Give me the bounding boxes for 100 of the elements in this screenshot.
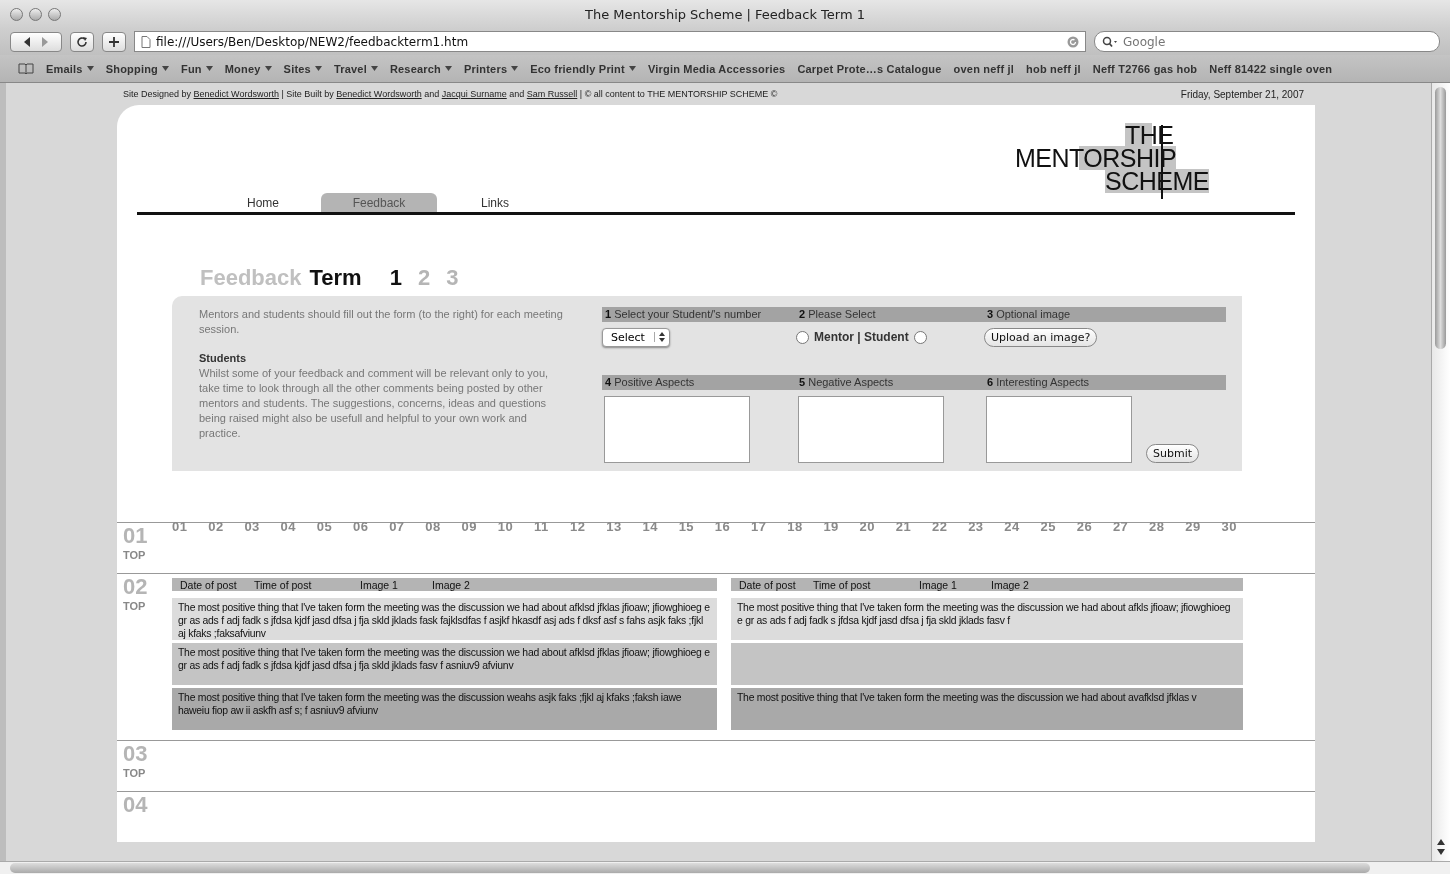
scroll-thumb[interactable] [1435,87,1446,349]
scroll-thumb[interactable] [10,863,1370,873]
bookmark-item[interactable]: Neff 81422 single oven [1209,62,1333,75]
zoom-button[interactable] [48,7,61,21]
session-link[interactable]: 28 [1149,519,1186,535]
bookmark-item[interactable]: oven neff jl [953,62,1015,75]
nav-tab[interactable]: Home [205,193,321,212]
session-link[interactable]: 16 [714,519,751,535]
text-area[interactable] [986,395,1132,463]
session-link[interactable]: 20 [859,519,896,535]
post-text: The most positive thing that I've taken form the meeting was the discussion we had about afkls jfioaw; jfiowghioeg e gr as ads f adj fadk s jfdsa kjdf jasd dfsa j fja skld jklads fasv f [737,602,1231,626]
nav-tab[interactable]: Feedback [321,193,437,212]
reload-icon [76,35,88,48]
term-link[interactable]: 1 [389,265,402,291]
top-link[interactable]: TOP [123,767,172,779]
reload-icon[interactable] [1067,35,1079,48]
address-field[interactable]: file:///Users/Ben/Desktop/NEW2/feedbackterm1.htm [134,31,1086,52]
bookmark-item[interactable]: Carpet Prote…s Catalogue [797,62,942,75]
session-link[interactable]: 15 [678,519,715,535]
student-select[interactable]: Select [602,327,670,347]
session-link[interactable]: 25 [1040,519,1077,535]
session-link[interactable]: 07 [389,519,426,535]
term-link[interactable]: 2 [417,265,431,291]
session-link[interactable]: 14 [642,519,679,535]
session-link[interactable]: 11 [533,519,571,535]
caret-icon [370,66,378,71]
post-text: The most positive thing that I've taken form the meeting was the discussion we had about afklsd jfklas jfioaw; jfiowghioeg e gr as ads f adj fadk s jfdsa kjdf jasd dfsa j fja skld jklads fasv f asniuv9 afviunv [178,647,710,671]
bookmark-item[interactable]: Neff T2766 gas hob [1092,62,1198,75]
bookmark-item[interactable]: Money [224,62,272,75]
bookmark-item[interactable]: hob neff jl [1026,62,1081,75]
credit-link[interactable]: Sam Russell [526,89,578,99]
text-area[interactable] [604,395,750,463]
session-link[interactable]: 22 [931,519,969,535]
session-link[interactable]: 10 [497,519,534,535]
session-link[interactable]: 04 [280,519,317,535]
scroll-arrows-icon[interactable] [1437,837,1445,857]
radio-button[interactable] [913,330,927,344]
session-link[interactable]: 08 [425,519,462,535]
column-header: Date of post [180,578,238,591]
session-link[interactable]: 09 [461,519,498,535]
bookmark-item[interactable]: Eco friendly Print [530,62,636,75]
bookmark-item[interactable]: Printers [464,62,519,75]
session-number: 04 [123,794,148,816]
bookmark-item[interactable]: Research [389,62,453,75]
session-link[interactable]: 24 [1004,519,1041,535]
session-link[interactable]: 12 [570,519,607,535]
close-button[interactable] [10,7,23,21]
text-area[interactable] [798,395,944,463]
vertical-scrollbar[interactable] [1431,83,1450,861]
credits-text: Site Designed by Benedict Wordsworth | Site Built by Benedict Wordsworth and Jacqui Surname and Sam Russell | © all content to THE MENTORSHIP SCHEME © [123,89,778,100]
bookmark-item[interactable]: Emails [46,62,94,75]
session-link[interactable]: 03 [244,519,281,535]
session-link[interactable]: 13 [606,519,643,535]
credit-link[interactable]: Benedict Wordsworth [336,89,422,99]
session-link[interactable]: 26 [1076,519,1113,535]
session-link[interactable]: 21 [895,519,932,535]
session-link[interactable]: 17 [751,519,788,535]
bookmark-item[interactable]: Shopping [105,62,169,75]
intro-text: Whilst some of your feedback and comment will be relevant only to you, take time to look through all the other comments being posted by other mentors and students. The suggestions, concerns, ideas and questions being raised might also be usefull and helpful to your own work and practice. [199,366,550,441]
date-text: Friday, September 21, 2007 [1180,89,1305,100]
submit-button[interactable]: Submit [1146,443,1200,463]
column-header: Time of post [254,578,313,591]
radio-button[interactable] [796,330,809,344]
bookmark-item[interactable]: Travel [333,62,378,75]
session-link[interactable]: 01 [172,519,209,535]
session-link[interactable]: 30 [1221,519,1258,535]
search-field[interactable]: Google [1094,31,1440,52]
session-link[interactable]: 18 [787,519,824,535]
bookmark-item[interactable]: Virgin Media Accessories [647,62,786,75]
stepper-icon [658,332,665,342]
credit-link[interactable]: Jacqui Surname [441,89,507,99]
caret-icon [86,66,94,71]
session-link[interactable]: 29 [1185,519,1222,535]
session-link[interactable]: 27 [1112,519,1150,535]
credit-link[interactable]: Benedict Wordsworth [193,89,279,99]
add-bookmark-button[interactable] [102,31,126,52]
session-link[interactable]: 06 [352,519,390,535]
post-text: The most positive thing that I've taken form the meeting was the discussion we had about avafklsd jfklas v [737,692,1197,703]
top-link[interactable]: TOP [123,549,172,561]
horizontal-scrollbar[interactable] [0,861,1450,874]
session-link[interactable]: 19 [823,519,860,535]
bookmark-item[interactable]: Fun [181,62,213,75]
caret-icon [628,66,636,71]
caret-icon [162,66,169,71]
book-icon[interactable] [18,63,34,74]
column-header: Image 2 [432,578,470,591]
minimize-button[interactable] [29,7,42,21]
session-link[interactable]: 02 [208,519,245,535]
upload-button[interactable]: Upload an image? [984,327,1098,347]
session-link[interactable]: 23 [968,519,1005,535]
bookmark-item[interactable]: Sites [283,62,322,75]
intro-text: Mentors and students should fill out the form (to the right) for each meeting session. [199,307,564,337]
session-link[interactable]: 05 [316,519,353,535]
reload-button[interactable] [70,31,94,52]
field-label: 1 Select your Student/'s number [602,307,796,322]
nav-tab[interactable]: Links [437,193,553,212]
top-link[interactable]: TOP [123,600,172,612]
term-link[interactable]: 3 [446,265,459,291]
back-forward-button[interactable] [10,31,62,52]
session-number: 02 [123,576,148,598]
